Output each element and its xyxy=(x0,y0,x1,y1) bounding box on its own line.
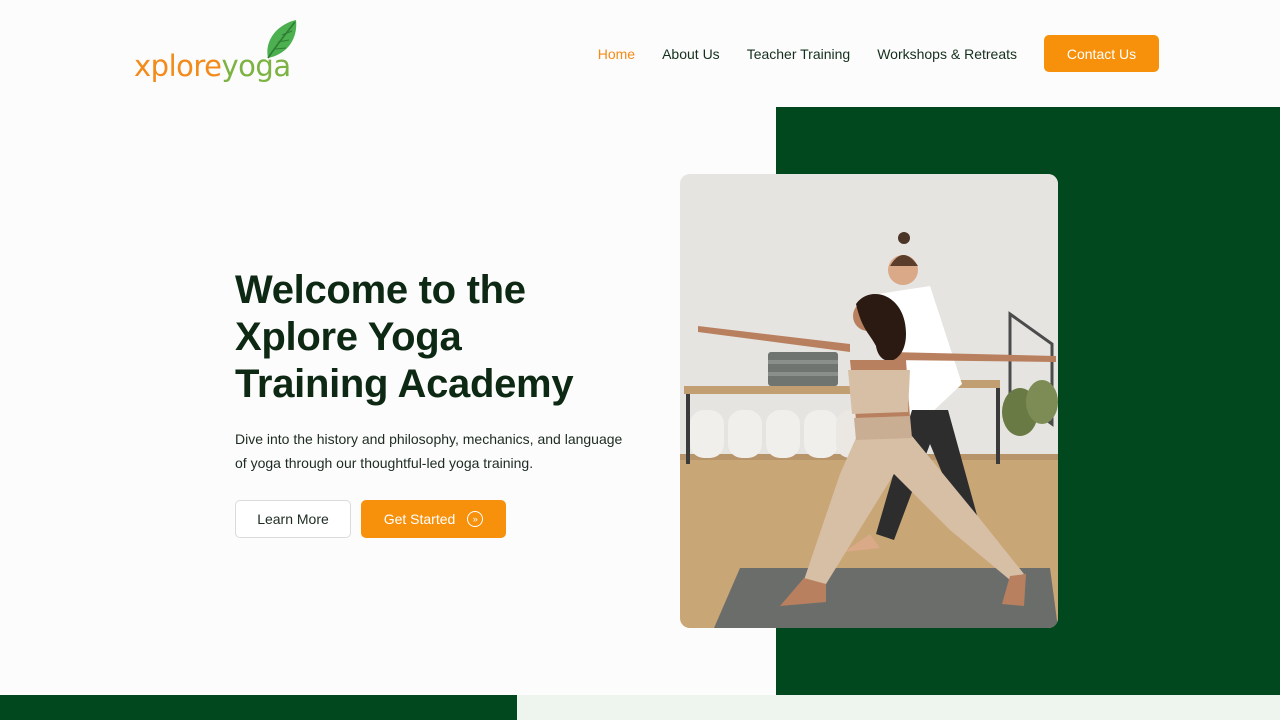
section-divider-light xyxy=(517,695,1280,720)
logo[interactable]: xploreyoga xyxy=(134,18,309,90)
leaf-icon xyxy=(267,20,297,59)
hero-title: Welcome to the Xplore Yoga Training Acad… xyxy=(235,267,655,408)
contact-us-button[interactable]: Contact Us xyxy=(1044,35,1159,72)
hero-photo xyxy=(680,174,1058,628)
nav-teacher-training[interactable]: Teacher Training xyxy=(747,46,851,62)
nav-about-us[interactable]: About Us xyxy=(662,46,720,62)
double-chevron-right-icon: » xyxy=(467,511,484,527)
yoga-pose-illustration xyxy=(680,174,1058,628)
section-divider-green xyxy=(0,695,517,720)
nav-home[interactable]: Home xyxy=(598,46,635,62)
nav-workshops-retreats[interactable]: Workshops & Retreats xyxy=(877,46,1017,62)
learn-more-button[interactable]: Learn More xyxy=(235,500,351,538)
get-started-button[interactable]: Get Started » xyxy=(361,500,506,538)
get-started-label: Get Started xyxy=(383,511,456,527)
main-nav: Home About Us Teacher Training Workshops… xyxy=(598,35,1159,72)
hero-title-line-1: Welcome to the xyxy=(235,268,526,312)
hero-description: Dive into the history and philosophy, me… xyxy=(235,431,623,471)
hero-title-line-3: Training Academy xyxy=(235,362,574,406)
logo-text-xplore: xplore xyxy=(134,49,222,83)
hero-title-line-2: Xplore Yoga xyxy=(235,315,462,359)
